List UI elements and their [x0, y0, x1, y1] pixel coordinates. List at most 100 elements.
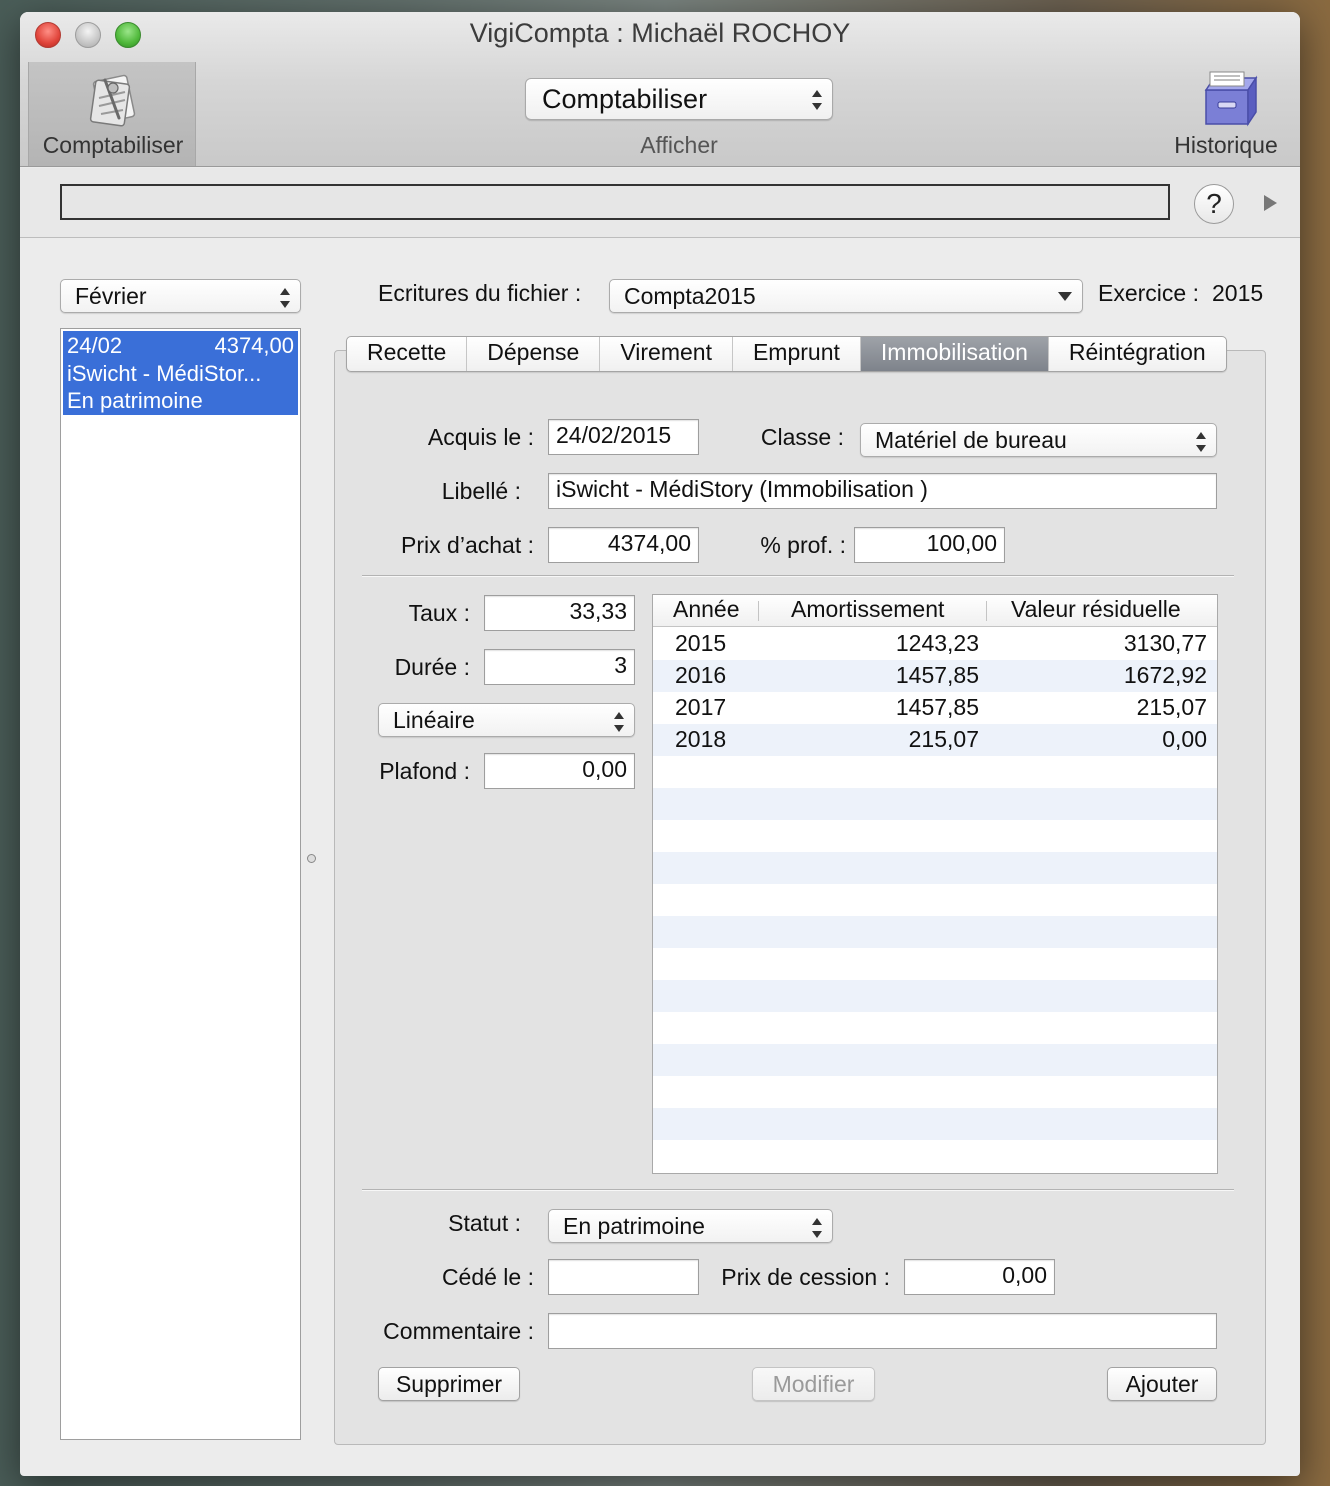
view-mode-value: Comptabiliser [542, 84, 708, 114]
methode-popup[interactable]: Linéaire [378, 703, 635, 737]
popup-arrows-icon [812, 1217, 822, 1239]
duree-field[interactable]: 3 [484, 649, 635, 685]
prof-label: % prof. : [760, 532, 846, 558]
historique-icon [1204, 71, 1258, 127]
libelle-label: Libellé : [441, 478, 521, 504]
statut-popup-value: En patrimoine [563, 1213, 705, 1239]
taux-label: Taux : [408, 600, 470, 626]
table-row[interactable]: 2016 1457,85 1672,92 [653, 660, 1217, 692]
tab-emprunt[interactable]: Emprunt [733, 337, 861, 371]
cell-annee: 2017 [675, 694, 727, 720]
comptabiliser-icon [89, 74, 136, 127]
popup-arrows-icon [614, 711, 624, 733]
entry-date: 24/02 [67, 333, 123, 358]
cell-annee: 2016 [675, 662, 727, 688]
popup-arrows-icon [812, 89, 822, 111]
status-message-field [60, 184, 1170, 220]
cell-valeur: 1672,92 [1123, 662, 1207, 688]
status-bar: ? [20, 168, 1300, 238]
popup-arrows-icon [1196, 431, 1206, 453]
file-label: Ecritures du fichier : [378, 280, 582, 306]
classe-popup-value: Matériel de bureau [875, 427, 1067, 453]
month-popup[interactable]: Février [60, 279, 301, 313]
toolbar-historique-button[interactable]: Historique [1160, 62, 1292, 166]
table-row[interactable]: 2015 1243,23 3130,77 [653, 628, 1217, 660]
acquis-label: Acquis le : [427, 424, 534, 450]
commentaire-label: Commentaire : [383, 1318, 534, 1344]
statut-popup[interactable]: En patrimoine [548, 1209, 833, 1243]
acquis-date-field[interactable]: 24/02/2015 [548, 419, 699, 455]
prix-achat-label: Prix d’achat : [401, 532, 534, 558]
column-separator [986, 601, 987, 621]
play-icon[interactable] [1264, 195, 1277, 211]
commentaire-field[interactable] [548, 1313, 1217, 1349]
tab-reintegration[interactable]: Réintégration [1049, 337, 1226, 371]
tab-immobilisation[interactable]: Immobilisation [860, 337, 1049, 371]
empty-row [653, 756, 1217, 788]
toolbar-comptabiliser-button[interactable]: Comptabiliser [28, 62, 196, 166]
view-mode-popup[interactable]: Comptabiliser [525, 78, 833, 120]
cell-amortissement: 215,07 [908, 726, 979, 752]
col-valeur-header[interactable]: Valeur résiduelle [1011, 596, 1181, 623]
cell-valeur: 215,07 [1136, 694, 1207, 720]
tab-bar: Recette Dépense Virement Emprunt Immobil… [346, 336, 1227, 372]
cell-valeur: 0,00 [1162, 726, 1207, 752]
empty-row [653, 948, 1217, 980]
classe-popup[interactable]: Matériel de bureau [860, 423, 1217, 457]
plafond-label: Plafond : [379, 758, 470, 784]
tab-virement[interactable]: Virement [600, 337, 733, 371]
cell-amortissement: 1243,23 [895, 630, 979, 656]
tab-depense[interactable]: Dépense [467, 337, 601, 371]
table-header: Année Amortissement Valeur résiduelle [653, 595, 1217, 627]
entry-amount: 4374,00 [214, 333, 294, 358]
supprimer-button[interactable]: Supprimer [378, 1367, 520, 1401]
chevron-down-icon [1058, 292, 1072, 301]
empty-row [653, 1012, 1217, 1044]
empty-row [653, 884, 1217, 916]
entries-list[interactable]: 24/02 4374,00 iSwicht - MédiStor... En p… [60, 328, 301, 1440]
taux-field[interactable]: 33,33 [484, 595, 635, 631]
app-window: VigiCompta : Michaël ROCHOY Comptabilise… [20, 12, 1300, 1476]
empty-row [653, 852, 1217, 884]
tab-recette[interactable]: Recette [347, 337, 468, 371]
prix-cession-label: Prix de cession : [721, 1264, 890, 1290]
list-item[interactable]: 24/02 4374,00 iSwicht - MédiStor... En p… [63, 331, 298, 415]
month-popup-value: Février [75, 283, 147, 309]
view-mode-caption: Afficher [640, 132, 718, 158]
section-divider [362, 575, 1234, 577]
modifier-button[interactable]: Modifier [752, 1367, 875, 1401]
prix-achat-field[interactable]: 4374,00 [548, 527, 699, 563]
empty-row [653, 1108, 1217, 1140]
window-title: VigiCompta : Michaël ROCHOY [469, 18, 851, 48]
cell-amortissement: 1457,85 [895, 694, 979, 720]
empty-row [653, 916, 1217, 948]
entry-status: En patrimoine [67, 388, 203, 413]
exercice-value: 2015 [1212, 280, 1264, 306]
ajouter-button[interactable]: Ajouter [1107, 1367, 1217, 1401]
empty-row [653, 788, 1217, 820]
cede-date-field[interactable] [548, 1259, 699, 1295]
plafond-field[interactable]: 0,00 [484, 753, 635, 789]
cell-annee: 2018 [675, 726, 727, 752]
toolbar-comptabiliser-label: Comptabiliser [42, 132, 184, 158]
help-button[interactable]: ? [1194, 184, 1234, 224]
exercice-label: Exercice : [1098, 280, 1199, 306]
split-view-handle[interactable] [307, 854, 316, 863]
cell-annee: 2015 [675, 630, 727, 656]
prix-cession-field[interactable]: 0,00 [904, 1259, 1055, 1295]
table-row[interactable]: 2018 215,07 0,00 [653, 724, 1217, 756]
amortissement-table[interactable]: Année Amortissement Valeur résiduelle 20… [652, 594, 1218, 1174]
empty-row [653, 820, 1217, 852]
file-combo[interactable]: Compta2015 [609, 279, 1083, 313]
file-combo-value: Compta2015 [624, 283, 756, 309]
cede-label: Cédé le : [441, 1264, 534, 1290]
cell-valeur: 3130,77 [1123, 630, 1207, 656]
col-amortissement-header[interactable]: Amortissement [791, 596, 944, 623]
cell-amortissement: 1457,85 [895, 662, 979, 688]
col-annee-header[interactable]: Année [673, 596, 740, 623]
empty-row [653, 980, 1217, 1012]
table-row[interactable]: 2017 1457,85 215,07 [653, 692, 1217, 724]
statut-label: Statut : [448, 1210, 521, 1236]
prof-percent-field[interactable]: 100,00 [854, 527, 1005, 563]
libelle-field[interactable]: iSwicht - MédiStory (Immobilisation ) [548, 473, 1217, 509]
